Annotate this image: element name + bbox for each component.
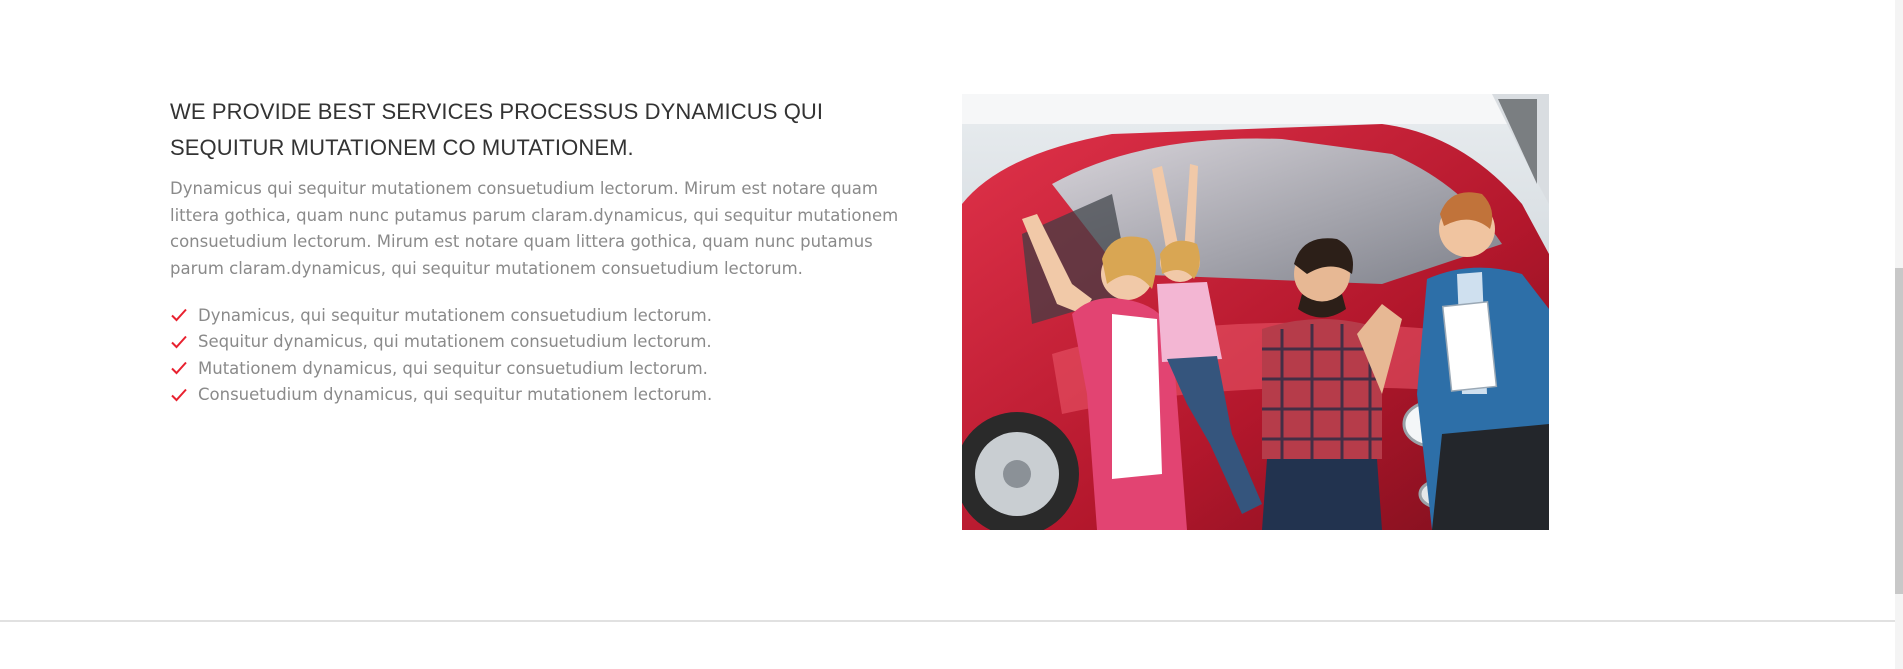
checklist-item-text: Sequitur dynamicus, qui mutationem consu… bbox=[198, 332, 712, 352]
checkmark-icon bbox=[170, 359, 188, 377]
checklist-item-text: Mutationem dynamicus, qui sequitur consu… bbox=[198, 358, 708, 378]
feature-checklist: Dynamicus, qui sequitur mutationem consu… bbox=[170, 302, 930, 408]
checklist-item: Sequitur dynamicus, qui mutationem consu… bbox=[170, 329, 930, 356]
checklist-item-text: Dynamicus, qui sequitur mutationem consu… bbox=[198, 305, 712, 325]
section-headline: WE PROVIDE BEST SERVICES PROCESSUS DYNAM… bbox=[170, 99, 824, 160]
services-text-block: WE PROVIDE BEST SERVICES PROCESSUS DYNAM… bbox=[170, 94, 930, 408]
checklist-item: Consuetudium dynamicus, qui sequitur mut… bbox=[170, 382, 930, 409]
checkmark-icon bbox=[170, 333, 188, 351]
scrollbar-thumb[interactable] bbox=[1895, 268, 1903, 594]
checkmark-icon bbox=[170, 306, 188, 324]
page-scrollbar[interactable] bbox=[1895, 0, 1903, 669]
page: WE PROVIDE BEST SERVICES PROCESSUS DYNAM… bbox=[0, 0, 1903, 669]
section-description: Dynamicus qui sequitur mutationem consue… bbox=[170, 179, 899, 278]
checklist-item: Mutationem dynamicus, qui sequitur consu… bbox=[170, 355, 930, 382]
family-car-photo bbox=[962, 94, 1549, 530]
checkmark-icon bbox=[170, 386, 188, 404]
checklist-item-text: Consuetudium dynamicus, qui sequitur mut… bbox=[198, 385, 713, 405]
family-car-illustration bbox=[962, 94, 1549, 530]
section-divider bbox=[0, 620, 1895, 622]
checklist-item: Dynamicus, qui sequitur mutationem consu… bbox=[170, 302, 930, 329]
